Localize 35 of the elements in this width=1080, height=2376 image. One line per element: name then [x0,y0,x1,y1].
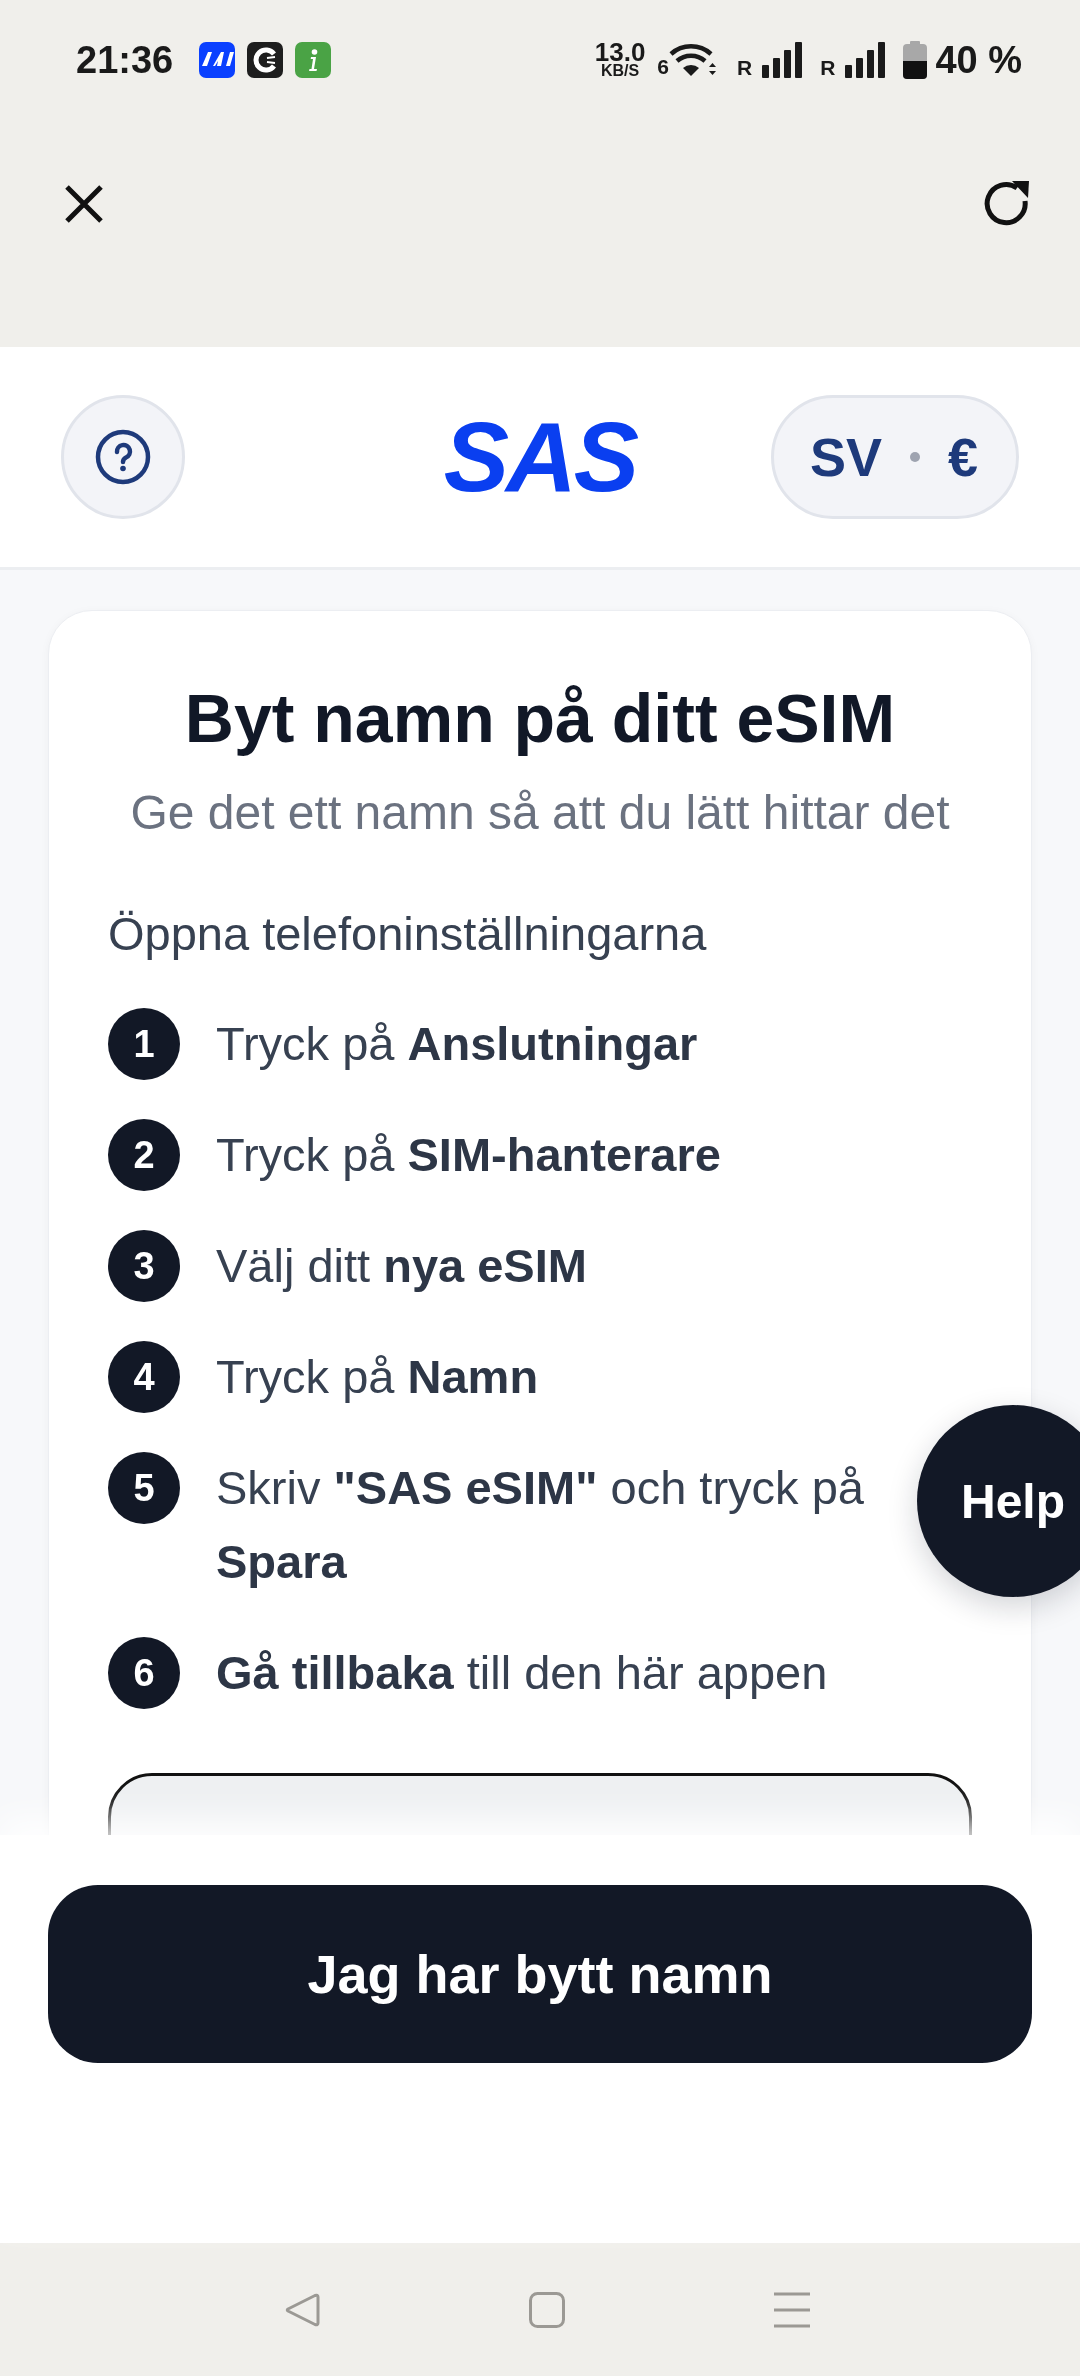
step-text: Tryck på SIM-hanterare [216,1128,721,1181]
battery-icon [903,41,928,79]
instructions-intro: Öppna telefoninställningarna [108,906,708,962]
step-text: Gå tillbaka till den här appen [216,1646,828,1699]
page-title: Byt namn på ditt eSIM [183,679,897,758]
signal-icon [762,42,803,78]
question-icon [95,429,151,485]
separator-dot-icon [909,452,920,462]
step-number: 6 [108,1637,180,1709]
info-app-icon [295,42,332,78]
step-text: Välj ditt nya eSIM [216,1239,587,1292]
step-text: Tryck på Anslutningar [216,1017,698,1070]
app-logo-icon [199,42,236,78]
step-number: 2 [108,1119,180,1191]
wifi-icon [669,43,718,77]
brand-logo: SAS [443,408,637,506]
roaming-indicator: R [737,57,753,78]
roaming-indicator: R [820,57,836,78]
network-speed: 13.0 [594,41,646,63]
status-time: 21:36 [76,41,174,79]
battery-percentage: 40 % [935,41,1022,79]
step-number: 5 [108,1452,180,1524]
network-speed-unit: KB/S [600,63,640,79]
language-currency-button[interactable]: SV € [770,395,1019,519]
confirm-button[interactable]: Jag har bytt namn [48,1885,1032,2063]
ring-app-icon [247,42,284,78]
signal-icon [845,42,886,78]
step-number: 3 [108,1230,180,1302]
page-subtitle: Ge det ett namn så att du lätt hittar det [129,785,951,841]
step-text: Tryck på Namn [216,1350,539,1403]
step-number: 1 [108,1008,180,1080]
step-number: 4 [108,1341,180,1413]
wifi-standard: 6 [657,56,670,77]
step-text: Skriv "SAS eSIM" och tryck på Spara [216,1461,864,1588]
close-icon[interactable] [65,184,103,223]
